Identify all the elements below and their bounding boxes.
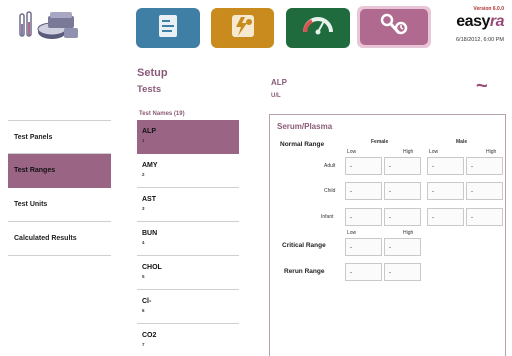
datetime-text: 6/18/2012, 6:00 PM (455, 37, 504, 43)
female-low-label: Low (347, 149, 357, 155)
test-list: ALP 1 AMY 2 AST 3 BUN 4 CHOL 5 Cl- 6 CO2… (137, 120, 239, 356)
child-male-low-input[interactable]: - (427, 182, 464, 200)
child-female-low-input[interactable]: - (345, 182, 382, 200)
serum-plasma-panel: Serum/Plasma Normal Range Female Male Lo… (269, 114, 506, 356)
top-bar: Version 6.0.0 easyra 6/18/2012, 6:00 PM (0, 0, 512, 56)
test-name: CO2 (142, 332, 157, 339)
test-name: BUN (142, 230, 158, 237)
female-label: Female (371, 139, 389, 145)
test-index: 6 (142, 308, 145, 313)
adult-male-high-input[interactable]: - (466, 157, 503, 175)
row-label-adult: Adult (324, 163, 336, 169)
brand-name: easy (456, 13, 490, 30)
test-name: CHOL (142, 264, 162, 271)
test-index: 5 (142, 274, 145, 279)
selected-test-unit: U/L (271, 93, 281, 99)
critical-high-input[interactable]: - (384, 238, 421, 256)
page-title: Setup (137, 67, 168, 79)
module-button-documents[interactable] (136, 8, 200, 48)
test-list-item[interactable]: AMY 2 (137, 154, 239, 188)
left-nav: Test Panels Test Ranges Test Units Calcu… (8, 120, 111, 256)
lightning-person-icon (229, 12, 257, 45)
nav-item-calculated-results[interactable]: Calculated Results (8, 222, 111, 256)
rerun-high-input[interactable]: - (384, 263, 421, 281)
module-button-operator[interactable] (211, 8, 274, 48)
module-button-monitor[interactable] (286, 8, 350, 48)
test-name: AMY (142, 162, 158, 169)
test-index: 2 (142, 172, 145, 177)
test-name: ALP (142, 128, 156, 135)
test-list-item[interactable]: BUN 4 (137, 222, 239, 256)
row-label-infant: Infant (321, 214, 334, 220)
male-label: Male (456, 139, 468, 145)
critical-low-label: Low (347, 230, 357, 236)
gauge-icon (302, 12, 334, 45)
adult-female-low-input[interactable]: - (345, 157, 382, 175)
row-label-child: Child (324, 188, 336, 194)
wrench-tools-icon (377, 11, 411, 44)
selected-test-name: ALP (271, 78, 287, 87)
test-list-item[interactable]: CO2 7 (137, 324, 239, 356)
infant-male-low-input[interactable]: - (427, 208, 464, 226)
test-index: 3 (142, 206, 145, 211)
panel-title: Serum/Plasma (277, 122, 333, 131)
nav-item-test-units[interactable]: Test Units (8, 188, 111, 222)
page-subtitle: Tests (137, 84, 162, 95)
test-list-item[interactable]: CHOL 5 (137, 256, 239, 290)
document-list-icon (155, 13, 181, 44)
brand-block: Version 6.0.0 easyra 6/18/2012, 6:00 PM (455, 6, 505, 43)
version-text: Version 6.0.0 (473, 6, 504, 12)
normal-range-label: Normal Range (280, 141, 325, 148)
test-name: Cl- (142, 298, 152, 305)
infant-female-low-input[interactable]: - (345, 208, 382, 226)
test-list-item[interactable]: Cl- 6 (137, 290, 239, 324)
test-index: 7 (142, 342, 145, 347)
critical-high-label: High (403, 230, 414, 236)
male-high-label: High (486, 149, 497, 155)
child-male-high-input[interactable]: - (466, 182, 503, 200)
nav-item-test-ranges[interactable]: Test Ranges (8, 154, 111, 188)
female-high-label: High (403, 149, 414, 155)
test-list-item[interactable]: ALP 1 (137, 120, 239, 154)
nav-item-test-panels[interactable]: Test Panels (8, 120, 111, 154)
rerun-low-input[interactable]: - (345, 263, 382, 281)
test-index: 1 (142, 138, 145, 143)
rerun-range-label: Rerun Range (284, 268, 325, 275)
critical-range-label: Critical Range (282, 242, 326, 249)
adult-female-high-input[interactable]: - (384, 157, 421, 175)
male-low-label: Low (429, 149, 439, 155)
tilde-icon[interactable]: ~ (476, 76, 488, 96)
infant-female-high-input[interactable]: - (384, 208, 421, 226)
adult-male-low-input[interactable]: - (427, 157, 464, 175)
test-name: AST (142, 196, 156, 203)
test-index: 4 (142, 240, 145, 245)
brand-accent: ra (489, 13, 505, 30)
test-list-item[interactable]: AST 3 (137, 188, 239, 222)
lab-tubes-logo-icon (18, 10, 82, 46)
child-female-high-input[interactable]: - (384, 182, 421, 200)
test-list-header: Test Names (19) (139, 111, 185, 117)
module-button-setup[interactable] (357, 6, 431, 48)
brand-logo: easyra (456, 13, 504, 31)
infant-male-high-input[interactable]: - (466, 208, 503, 226)
critical-low-input[interactable]: - (345, 238, 382, 256)
